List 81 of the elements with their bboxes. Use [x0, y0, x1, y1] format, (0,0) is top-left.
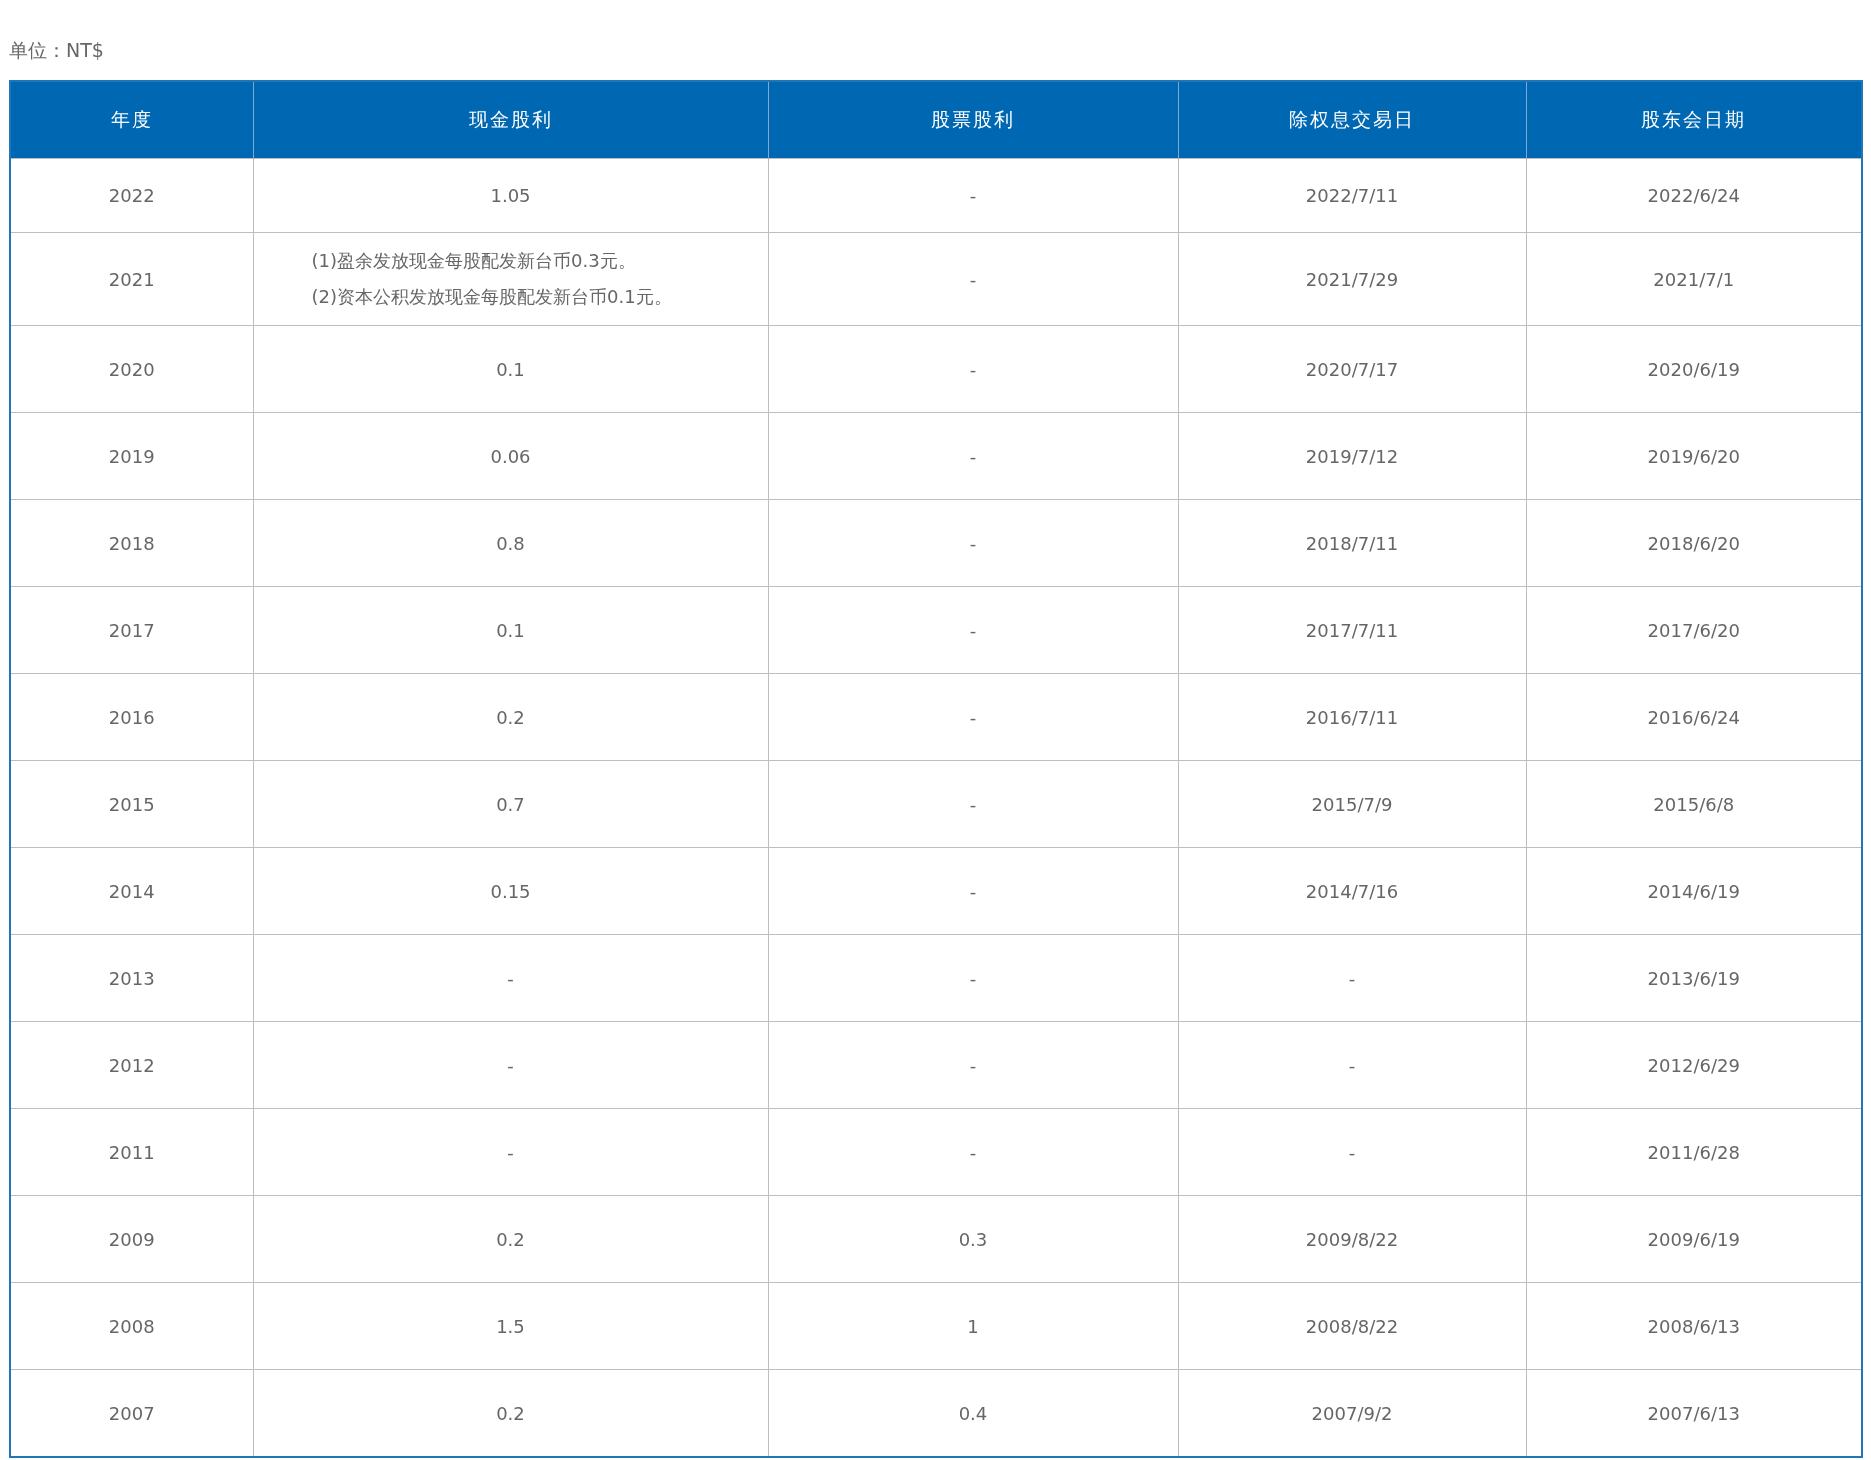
table-cell: 1.5 — [253, 1282, 768, 1370]
table-cell: 0.4 — [768, 1369, 1178, 1457]
table-cell: 2018/6/20 — [1526, 499, 1862, 587]
table-cell: 2019/7/12 — [1178, 412, 1526, 500]
table-cell: 2014/7/16 — [1178, 847, 1526, 935]
table-cell: 2021 — [10, 232, 253, 326]
table-cell: 0.2 — [253, 1369, 768, 1457]
table-cell: 0.2 — [253, 673, 768, 761]
column-header: 现金股利 — [253, 81, 768, 159]
table-cell: 0.1 — [253, 586, 768, 674]
table-cell: 2017/7/11 — [1178, 586, 1526, 674]
table-cell: 2016 — [10, 673, 253, 761]
table-cell: 2008/8/22 — [1178, 1282, 1526, 1370]
table-cell: 2014/6/19 — [1526, 847, 1862, 935]
table-cell: 2012 — [10, 1021, 253, 1109]
table-cell: - — [768, 499, 1178, 587]
table-cell: 2007 — [10, 1369, 253, 1457]
table-cell: - — [768, 934, 1178, 1022]
table-cell: 2019/6/20 — [1526, 412, 1862, 500]
table-cell: 2007/9/2 — [1178, 1369, 1526, 1457]
table-cell: 2016/6/24 — [1526, 673, 1862, 761]
table-cell: 2022 — [10, 158, 253, 233]
table-cell: - — [253, 1021, 768, 1109]
table-cell: 2008 — [10, 1282, 253, 1370]
table-cell: 2011/6/28 — [1526, 1108, 1862, 1196]
table-cell: - — [768, 1021, 1178, 1109]
table-cell: 2022/7/11 — [1178, 158, 1526, 233]
table-cell: 0.1 — [253, 325, 768, 413]
table-cell: 2018/7/11 — [1178, 499, 1526, 587]
table-cell: 2013 — [10, 934, 253, 1022]
table-cell: - — [768, 847, 1178, 935]
table-cell: - — [768, 1108, 1178, 1196]
table-cell: 2016/7/11 — [1178, 673, 1526, 761]
table-cell: - — [1178, 1021, 1526, 1109]
table-cell: 2015 — [10, 760, 253, 848]
table-cell: 0.8 — [253, 499, 768, 587]
table-cell: 2020/7/17 — [1178, 325, 1526, 413]
table-cell: 1 — [768, 1282, 1178, 1370]
table-cell: 2017 — [10, 586, 253, 674]
table-cell: (1)盈余发放现金每股配发新台币0.3元。 (2)资本公积发放现金每股配发新台币0.1元。 — [253, 232, 768, 326]
column-header: 股东会日期 — [1526, 81, 1862, 159]
table-cell: - — [768, 760, 1178, 848]
table-cell: 2022/6/24 — [1526, 158, 1862, 233]
column-header: 年度 — [10, 81, 253, 159]
table-cell: 2021/7/29 — [1178, 232, 1526, 326]
table-cell: 2020/6/19 — [1526, 325, 1862, 413]
table-cell: - — [768, 586, 1178, 674]
table-cell: 2015/6/8 — [1526, 760, 1862, 848]
unit-label: 单位：NT$ — [9, 39, 104, 61]
table-cell: 2018 — [10, 499, 253, 587]
table-cell: - — [768, 232, 1178, 326]
table-cell: 2007/6/13 — [1526, 1369, 1862, 1457]
table-cell: 0.06 — [253, 412, 768, 500]
table-cell: - — [1178, 1108, 1526, 1196]
table-cell: 2021/7/1 — [1526, 232, 1862, 326]
table-cell: 0.2 — [253, 1195, 768, 1283]
table-cell: - — [768, 325, 1178, 413]
table-cell: 0.7 — [253, 760, 768, 848]
table-cell: 2011 — [10, 1108, 253, 1196]
table-cell: 2015/7/9 — [1178, 760, 1526, 848]
column-header: 股票股利 — [768, 81, 1178, 159]
table-cell: 2014 — [10, 847, 253, 935]
table-cell: 2009/8/22 — [1178, 1195, 1526, 1283]
table-cell: 0.15 — [253, 847, 768, 935]
column-header: 除权息交易日 — [1178, 81, 1526, 159]
table-cell: 2009/6/19 — [1526, 1195, 1862, 1283]
table-cell: 2019 — [10, 412, 253, 500]
table-cell: 2009 — [10, 1195, 253, 1283]
table-cell: 2012/6/29 — [1526, 1021, 1862, 1109]
table-cell: 2017/6/20 — [1526, 586, 1862, 674]
table-cell: - — [768, 673, 1178, 761]
table-cell: - — [768, 158, 1178, 233]
table-cell: - — [768, 412, 1178, 500]
table-cell: 0.3 — [768, 1195, 1178, 1283]
table-cell: 2013/6/19 — [1526, 934, 1862, 1022]
table-cell: 2020 — [10, 325, 253, 413]
table-cell: - — [253, 934, 768, 1022]
table-cell: - — [253, 1108, 768, 1196]
table-cell: 1.05 — [253, 158, 768, 233]
table-cell: 2008/6/13 — [1526, 1282, 1862, 1370]
table-cell: - — [1178, 934, 1526, 1022]
